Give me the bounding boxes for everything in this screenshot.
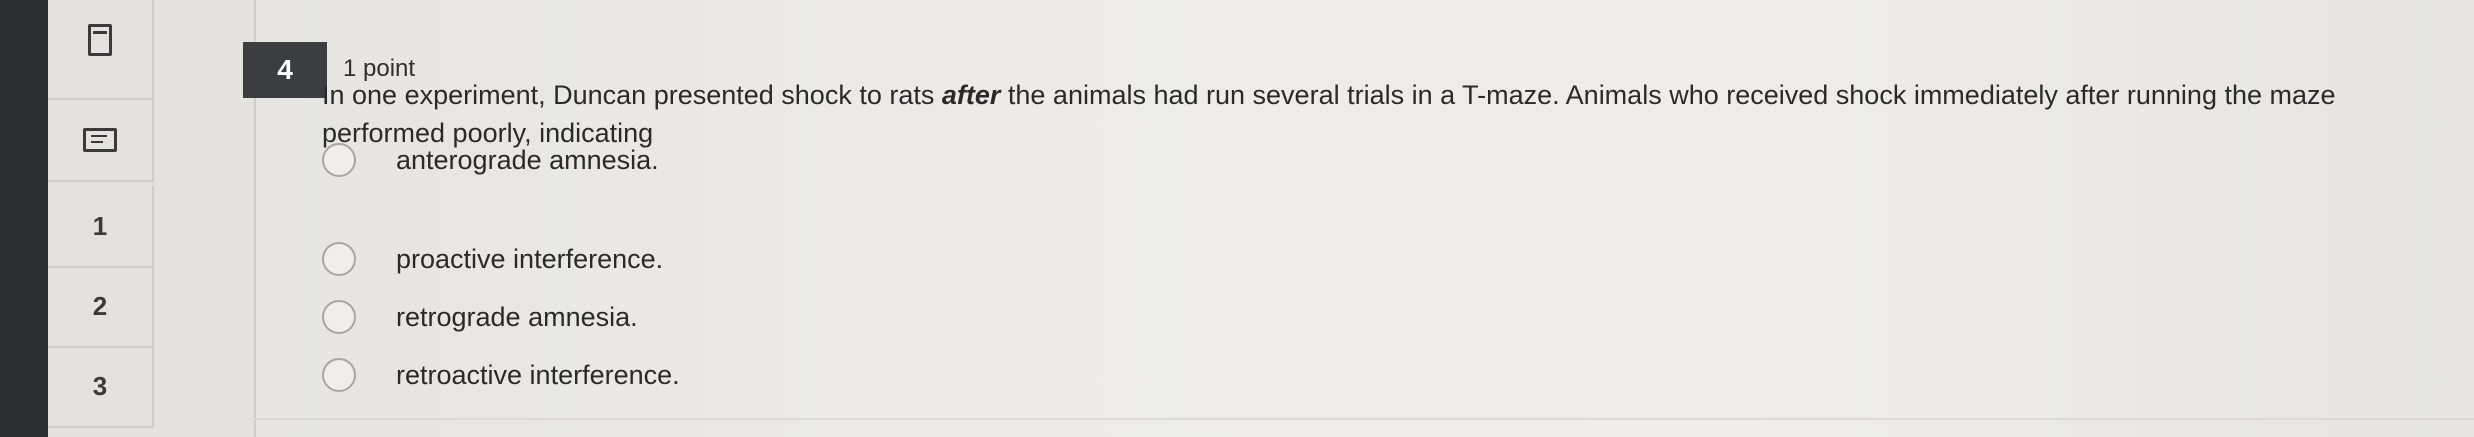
nav-question-3-label: 3 [92, 370, 108, 401]
nav-question-1-label: 1 [92, 210, 108, 241]
answer-option-3[interactable]: retrograde amnesia. [322, 295, 638, 339]
nav-question-1[interactable]: 1 [48, 186, 154, 268]
nav-question-2-label: 2 [92, 290, 108, 321]
question-text-before: In one experiment, Duncan presented shoc… [322, 80, 942, 110]
radio-button[interactable] [322, 242, 356, 276]
answer-option-label: proactive interference. [396, 243, 664, 274]
answer-option-label: anterograde amnesia. [396, 144, 659, 175]
nav-notes-button[interactable] [48, 100, 154, 182]
content-divider [254, 418, 2474, 420]
question-text-emphasis: after [941, 80, 1001, 110]
nav-question-2[interactable]: 2 [48, 266, 154, 348]
answer-option-label: retrograde amnesia. [396, 301, 638, 332]
question-number-badge: 4 [243, 42, 327, 98]
answer-option-label: retroactive interference. [396, 359, 680, 390]
radio-button[interactable] [322, 300, 356, 334]
note-icon [83, 128, 117, 152]
bookmark-icon [88, 24, 112, 56]
radio-button[interactable] [322, 358, 356, 392]
nav-question-3[interactable]: 3 [48, 346, 154, 428]
answer-option-4[interactable]: retroactive interference. [322, 353, 680, 397]
question-navigation-rail: 1 2 3 [48, 0, 256, 437]
answer-option-2[interactable]: proactive interference. [322, 237, 663, 281]
answer-option-1[interactable]: anterograde amnesia. [322, 138, 659, 182]
nav-bookmark-button[interactable] [48, 0, 154, 100]
quiz-page: 1 2 3 4 1 point In one experiment, Dunca… [0, 0, 2474, 437]
window-dark-edge [0, 0, 48, 437]
radio-button[interactable] [322, 143, 356, 177]
